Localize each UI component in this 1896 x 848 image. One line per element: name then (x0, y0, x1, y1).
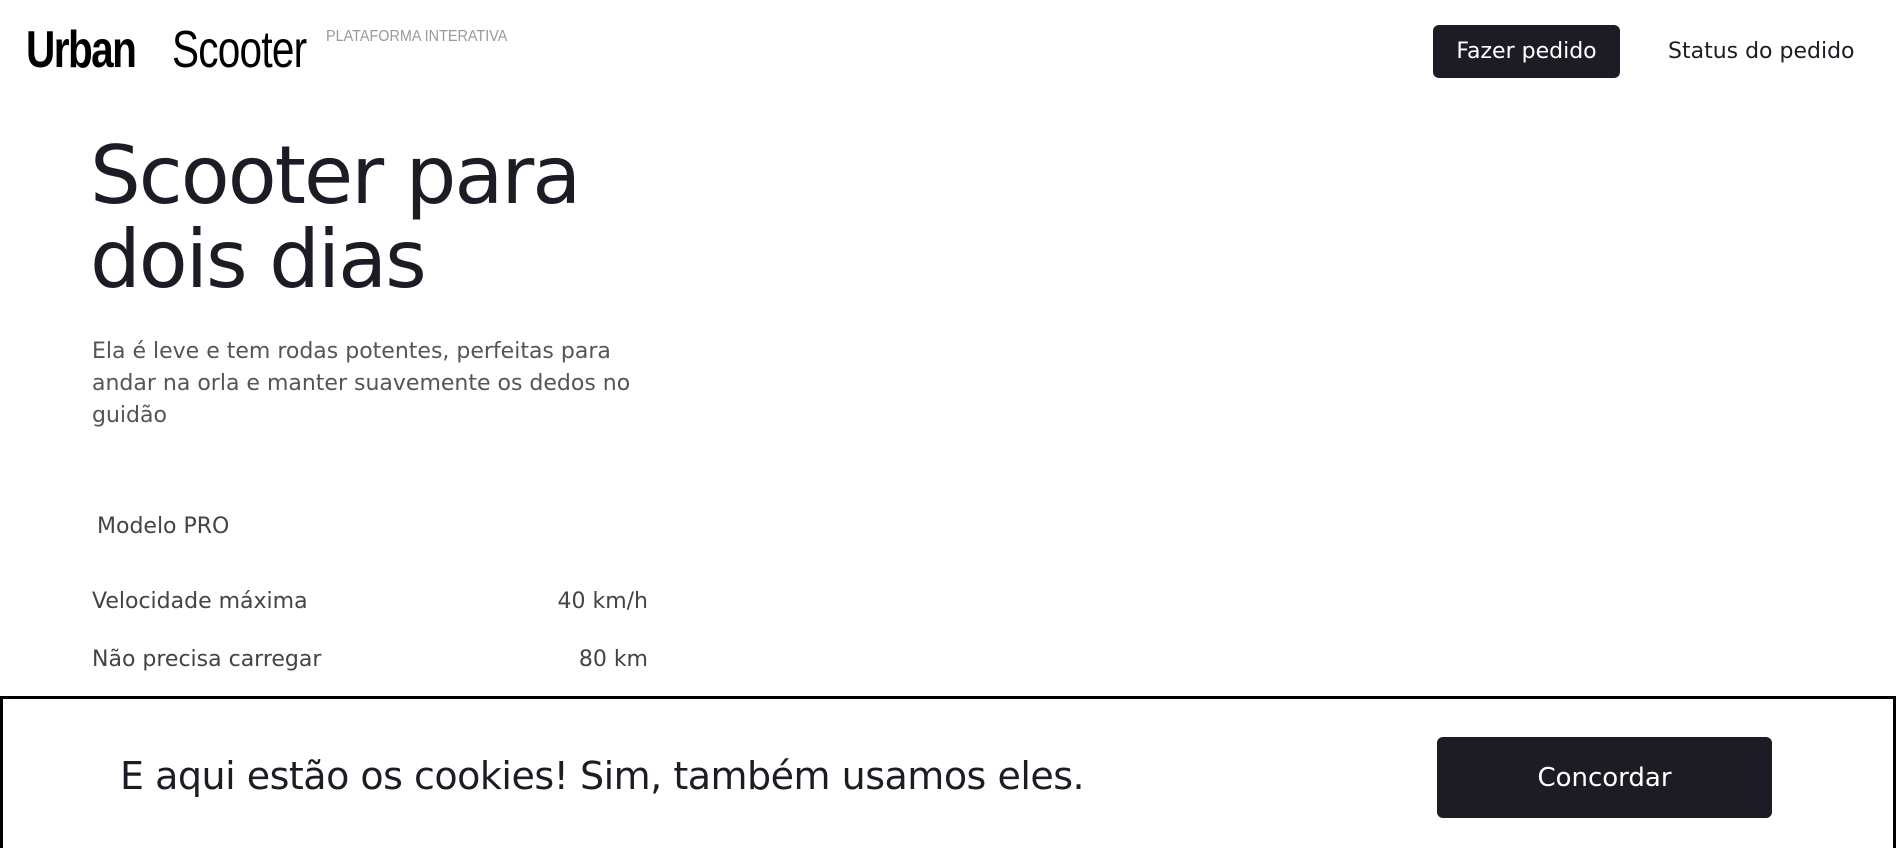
spec-row-max-speed: Velocidade máxima 40 km/h (92, 585, 648, 617)
spec-label: Não precisa carregar (92, 646, 322, 672)
page: Urban Scooter PLATAFORMA INTERATIVA Faze… (0, 0, 1896, 848)
logo-tagline: PLATAFORMA INTERATIVA (326, 28, 508, 45)
order-status-link[interactable]: Status do pedido (1668, 36, 1855, 66)
spec-value: 40 km/h (557, 588, 648, 614)
spec-value: 80 km (578, 646, 648, 672)
order-button[interactable]: Fazer pedido (1433, 25, 1620, 78)
cookie-agree-button[interactable]: Concordar (1437, 737, 1772, 818)
cookie-message: E aqui estão os cookies! Sim, também usa… (120, 754, 1085, 798)
spec-label: Velocidade máxima (92, 588, 308, 614)
model-name: Modelo PRO (97, 514, 230, 539)
cookie-banner: E aqui estão os cookies! Sim, também usa… (0, 696, 1896, 848)
hero-description: Ela é leve e tem rodas potentes, perfeit… (92, 339, 631, 428)
hero-title-line2: dois dias (90, 213, 427, 306)
spec-row-range: Não precisa carregar 80 km (92, 643, 648, 675)
hero-title-line1: Scooter para (90, 129, 581, 222)
hero-title: Scooter para dois dias (90, 134, 650, 302)
logo[interactable]: Urban Scooter PLATAFORMA INTERATIVA (26, 22, 528, 78)
logo-scooter-text: Scooter (172, 21, 307, 79)
site-header: Urban Scooter PLATAFORMA INTERATIVA Faze… (0, 0, 1896, 100)
logo-urban-text: Urban (26, 21, 137, 79)
